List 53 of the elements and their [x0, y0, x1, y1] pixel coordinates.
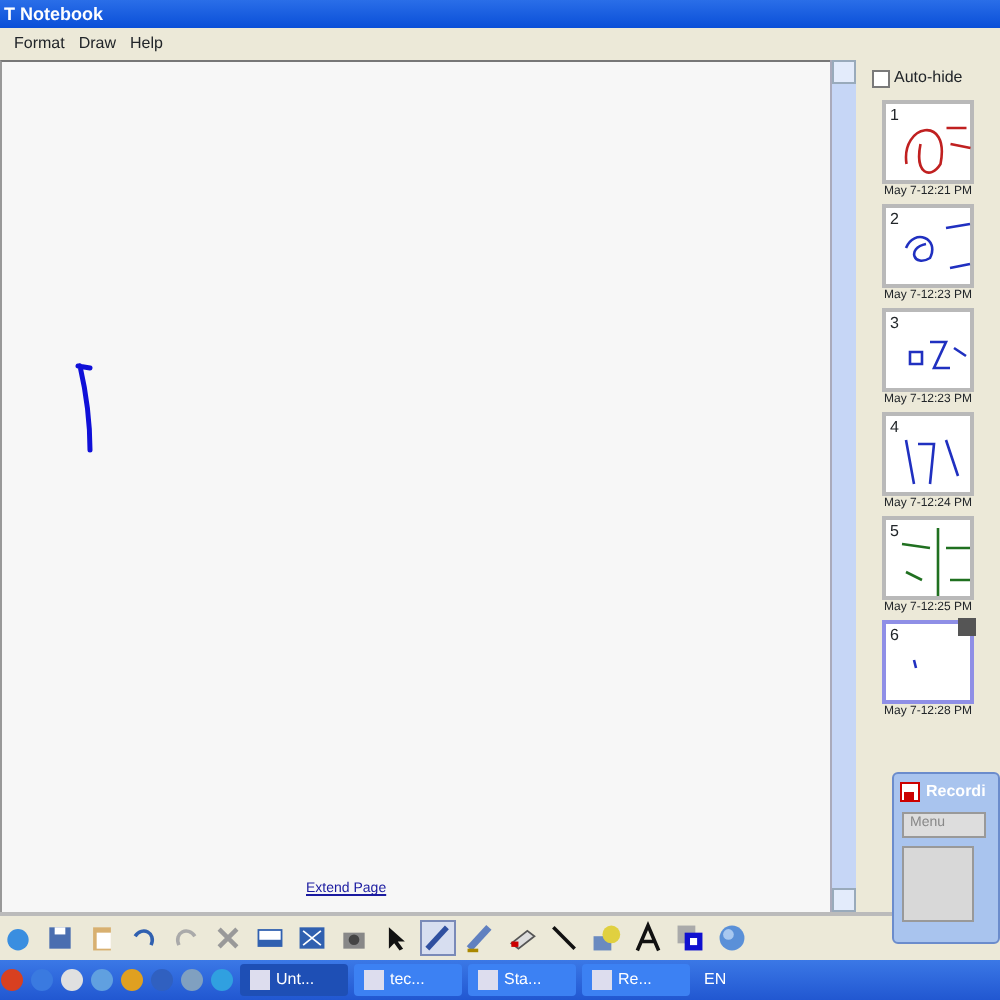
window-icon — [364, 970, 384, 990]
page-number: 2 — [890, 208, 899, 232]
taskbar-button[interactable]: Unt... — [240, 964, 348, 996]
page-number: 5 — [890, 520, 899, 544]
page-number: 1 — [890, 104, 899, 128]
page-number: 3 — [890, 312, 899, 336]
tool-button[interactable] — [630, 920, 666, 956]
page-number: 6 — [890, 624, 899, 648]
window-icon — [250, 970, 270, 990]
window-icon — [478, 970, 498, 990]
window-title: T Notebook — [0, 0, 1000, 28]
app-icon[interactable] — [210, 968, 234, 992]
app-icon[interactable] — [120, 968, 144, 992]
marker-icon — [464, 920, 496, 956]
page-thumbnail[interactable]: 6 — [882, 620, 974, 704]
tool-button[interactable] — [546, 920, 582, 956]
shapes-icon — [674, 920, 706, 956]
globe-icon — [716, 920, 748, 956]
taskbar-button[interactable]: tec... — [354, 964, 462, 996]
handwriting-drawing — [903, 126, 972, 175]
vertical-scrollbar[interactable] — [830, 60, 856, 912]
checkbox-label: Auto-hide — [894, 66, 963, 90]
language-indicator[interactable]: EN — [704, 968, 727, 992]
handwriting-drawing — [908, 340, 968, 370]
page-thumbnail[interactable]: 3 — [882, 308, 974, 392]
record-button[interactable] — [902, 845, 974, 921]
ink-stroke — [74, 362, 98, 454]
handwriting-drawing — [904, 438, 960, 486]
page-thumbnail[interactable]: 5 — [882, 516, 974, 600]
app-icon[interactable] — [90, 968, 114, 992]
page-thumbnail[interactable]: 1 — [882, 100, 974, 184]
page-thumbnail[interactable]: 4 — [882, 412, 974, 496]
handwriting-drawing — [904, 222, 972, 270]
text-icon — [632, 920, 664, 956]
taskbar-button[interactable]: Re... — [582, 964, 690, 996]
app-icon[interactable] — [60, 968, 84, 992]
pen-icon — [422, 920, 454, 956]
line-icon — [548, 920, 580, 956]
menu-item[interactable]: Help — [130, 32, 163, 56]
checkbox[interactable] — [872, 69, 890, 87]
page-number: 4 — [890, 416, 899, 440]
window-title: Recordi — [926, 780, 986, 804]
recorder-icon — [900, 782, 920, 802]
tool-button[interactable] — [672, 920, 708, 956]
app-icon[interactable] — [180, 968, 204, 992]
window-icon — [592, 970, 612, 990]
fill-icon — [590, 920, 622, 956]
menu-item[interactable]: Draw — [78, 32, 117, 56]
page-thumbnail[interactable]: 2 — [882, 204, 974, 288]
handwriting-drawing — [912, 658, 918, 670]
taskbar-button[interactable]: Sta... — [468, 964, 576, 996]
handwriting-drawing — [900, 526, 972, 598]
menu-item[interactable]: Format — [14, 32, 65, 56]
